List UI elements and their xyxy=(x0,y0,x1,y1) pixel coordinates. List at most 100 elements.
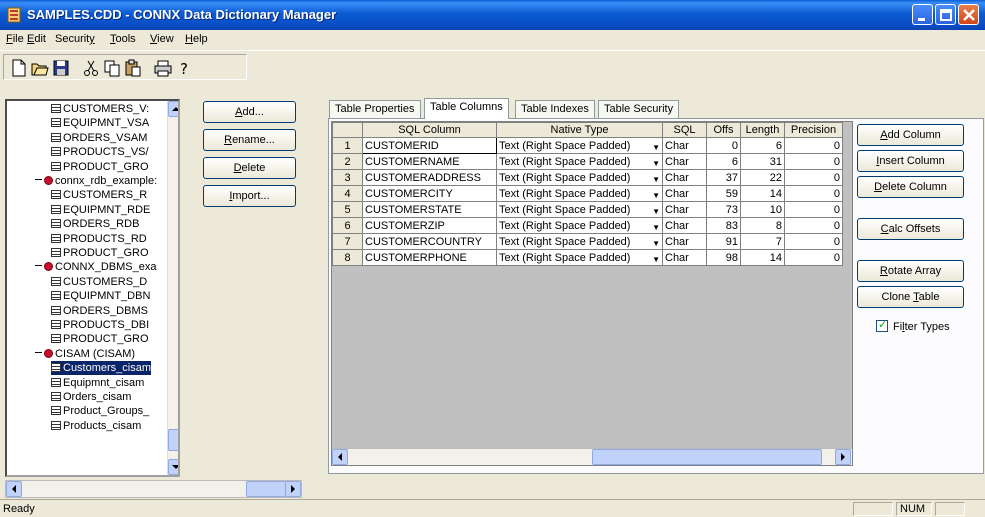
cell-precision[interactable]: 0 xyxy=(784,169,843,186)
cell-sql[interactable]: Char xyxy=(662,185,707,202)
grid-corner-header[interactable] xyxy=(332,122,363,138)
cell-precision[interactable]: 0 xyxy=(784,233,843,250)
grid-scroll-right-button[interactable] xyxy=(835,449,851,465)
print-icon[interactable] xyxy=(154,59,172,77)
delete-button[interactable]: Delete xyxy=(203,157,296,179)
cell-sql-column[interactable]: CUSTOMERID xyxy=(362,137,497,154)
cell-offs[interactable]: 91 xyxy=(706,233,741,250)
cell-sql[interactable]: Char xyxy=(662,153,707,170)
cell-native-type[interactable]: ▼ Text (Right Space Padded) xyxy=(496,217,663,234)
tree-table-node[interactable]: Orders_cisam xyxy=(51,390,131,404)
tree-horizontal-scrollbar[interactable] xyxy=(5,480,302,498)
cell-offs[interactable]: 6 xyxy=(706,153,741,170)
menu-help[interactable]: Help xyxy=(185,33,208,45)
cell-sql-column[interactable]: CUSTOMERCITY xyxy=(362,185,497,202)
cell-offs[interactable]: 73 xyxy=(706,201,741,218)
table-row[interactable]: 8 CUSTOMERPHONE ▼ Text (Right Space Padded)… xyxy=(332,249,843,266)
cell-length[interactable]: 22 xyxy=(740,169,785,186)
header-sql[interactable]: SQL xyxy=(662,122,707,138)
row-number[interactable]: 3 xyxy=(332,169,363,186)
tree-v-scroll-thumb[interactable] xyxy=(168,429,178,451)
scroll-left-button[interactable] xyxy=(6,481,22,497)
minimize-button[interactable] xyxy=(912,4,933,25)
cell-offs[interactable]: 37 xyxy=(706,169,741,186)
cell-native-type[interactable]: ▼ Text (Right Space Padded) xyxy=(496,201,663,218)
cell-sql-column[interactable]: CUSTOMERPHONE xyxy=(362,249,497,266)
cell-sql-column[interactable]: CUSTOMERADDRESS xyxy=(362,169,497,186)
menu-edit[interactable]: Edit xyxy=(27,33,46,45)
cell-sql-column[interactable]: CUSTOMERNAME xyxy=(362,153,497,170)
cell-length[interactable]: 10 xyxy=(740,201,785,218)
cell-length[interactable]: 14 xyxy=(740,249,785,266)
menu-security[interactable]: Security xyxy=(55,33,95,45)
tab-table-security[interactable]: Table Security xyxy=(598,100,680,118)
tree-table-node[interactable]: PRODUCT_GRO xyxy=(51,160,149,174)
cell-sql[interactable]: Char xyxy=(662,249,707,266)
table-row[interactable]: 1 CUSTOMERID ▼ Text (Right Space Padded) Cha… xyxy=(332,137,843,154)
table-row[interactable]: 4 CUSTOMERCITY ▼ Text (Right Space Padded) C… xyxy=(332,185,843,202)
save-icon[interactable] xyxy=(52,59,70,77)
rotate-array-button[interactable]: Rotate Array xyxy=(857,260,964,282)
tree-table-node[interactable]: ORDERS_DBMS xyxy=(51,304,148,318)
tree-database-node[interactable]: connx_rdb_example: xyxy=(35,174,157,188)
row-number[interactable]: 4 xyxy=(332,185,363,202)
title-bar[interactable]: SAMPLES.CDD - CONNX Data Dictionary Mana… xyxy=(0,0,985,30)
calc-offsets-button[interactable]: Calc Offsets xyxy=(857,218,964,240)
dropdown-arrow-icon[interactable]: ▼ xyxy=(652,239,660,248)
tree-table-node[interactable]: PRODUCTS_DBI xyxy=(51,318,149,332)
cell-precision[interactable]: 0 xyxy=(784,185,843,202)
dropdown-arrow-icon[interactable]: ▼ xyxy=(652,159,660,168)
cell-offs[interactable]: 83 xyxy=(706,217,741,234)
delete-column-button[interactable]: Delete Column xyxy=(857,176,964,198)
tree-table-node[interactable]: Products_cisam xyxy=(51,419,141,433)
filter-types-checkbox[interactable]: Filter Types xyxy=(876,318,950,333)
row-number[interactable]: 2 xyxy=(332,153,363,170)
paste-icon[interactable] xyxy=(124,59,142,77)
clone-table-button[interactable]: Clone Table xyxy=(857,286,964,308)
add-column-button[interactable]: Add Column xyxy=(857,124,964,146)
dropdown-arrow-icon[interactable]: ▼ xyxy=(652,175,660,184)
copy-icon[interactable] xyxy=(103,59,121,77)
tab-table-columns[interactable]: Table Columns xyxy=(424,98,509,119)
menu-tools[interactable]: Tools xyxy=(110,33,136,45)
header-offs[interactable]: Offs xyxy=(706,122,741,138)
dropdown-arrow-icon[interactable]: ▼ xyxy=(652,191,660,200)
header-length[interactable]: Length xyxy=(740,122,785,138)
tree-table-node[interactable]: ORDERS_RDB xyxy=(51,217,139,231)
dropdown-arrow-icon[interactable]: ▼ xyxy=(652,223,660,232)
cell-offs[interactable]: 59 xyxy=(706,185,741,202)
maximize-button[interactable] xyxy=(935,4,956,25)
tree-table-node[interactable]: Product_Groups_ xyxy=(51,404,149,418)
dropdown-arrow-icon[interactable]: ▼ xyxy=(652,207,660,216)
tree-table-node[interactable]: PRODUCT_GRO xyxy=(51,246,149,260)
tree-table-node[interactable]: PRODUCT_GRO xyxy=(51,332,149,346)
tree-table-node[interactable]: Equipmnt_cisam xyxy=(51,376,144,390)
close-button[interactable] xyxy=(958,4,979,25)
tree-table-node[interactable]: CUSTOMERS_D xyxy=(51,275,147,289)
tree-table-node[interactable]: PRODUCTS_RD xyxy=(51,232,147,246)
cell-precision[interactable]: 0 xyxy=(784,201,843,218)
table-row[interactable]: 5 CUSTOMERSTATE ▼ Text (Right Space Padded)… xyxy=(332,201,843,218)
tree-h-scroll-thumb[interactable] xyxy=(246,481,286,497)
tree-view[interactable]: CUSTOMERS_V: EQUIPMNT_VSA ORDERS_VSAM PRODU… xyxy=(5,99,180,477)
tree-vertical-scrollbar[interactable] xyxy=(167,101,178,475)
row-number[interactable]: 7 xyxy=(332,233,363,250)
header-precision[interactable]: Precision xyxy=(784,122,843,138)
cell-native-type[interactable]: ▼ Text (Right Space Padded) xyxy=(496,137,663,154)
cell-sql[interactable]: Char xyxy=(662,233,707,250)
add-button[interactable]: Add... xyxy=(203,101,296,123)
cell-sql-column[interactable]: CUSTOMERZIP xyxy=(362,217,497,234)
cell-offs[interactable]: 0 xyxy=(706,137,741,154)
cell-sql[interactable]: Char xyxy=(662,169,707,186)
cell-length[interactable]: 31 xyxy=(740,153,785,170)
cell-native-type[interactable]: ▼ Text (Right Space Padded) xyxy=(496,169,663,186)
tab-table-properties[interactable]: Table Properties xyxy=(329,100,421,118)
collapse-icon[interactable] xyxy=(35,179,42,180)
scroll-down-button[interactable] xyxy=(168,459,178,475)
cell-precision[interactable]: 0 xyxy=(784,153,843,170)
cell-offs[interactable]: 98 xyxy=(706,249,741,266)
cell-length[interactable]: 14 xyxy=(740,185,785,202)
menu-view[interactable]: View xyxy=(150,33,174,45)
cell-length[interactable]: 7 xyxy=(740,233,785,250)
tree-table-node[interactable]: CUSTOMERS_R xyxy=(51,188,147,202)
